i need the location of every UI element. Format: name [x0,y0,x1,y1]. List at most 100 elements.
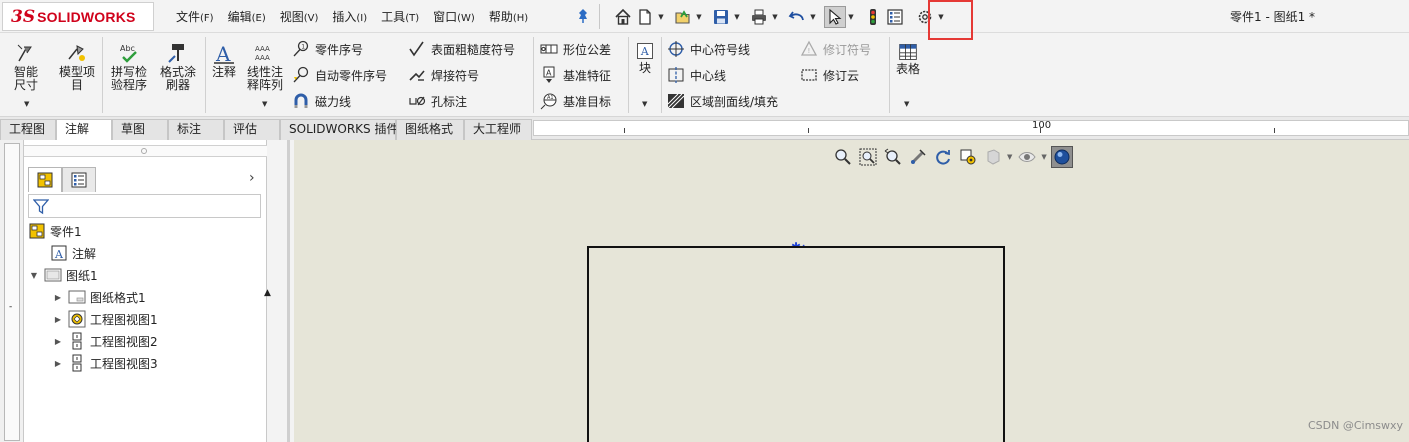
revision-symbol-button[interactable]: ! 修订符号 [800,38,871,60]
note-pattern-dropdown-icon[interactable]: ▼ [262,100,267,108]
menu-help[interactable]: 帮助(H) [489,8,528,25]
feature-tree-filter[interactable] [28,194,261,218]
scene-sphere-icon[interactable] [1050,146,1073,168]
tree-item-drawing-view-2[interactable]: ▶ 工程图视图2 [52,331,158,351]
expand-arrow-icon[interactable]: ▶ [52,337,64,346]
menu-insert[interactable]: 插入(I) [332,8,367,25]
datum-target-button[interactable]: A1 基准目标 [540,90,611,112]
undo-icon[interactable] [786,6,808,28]
expand-arrow-icon[interactable]: ▶ [52,359,64,368]
select-icon[interactable] [824,5,846,28]
chevron-right-icon[interactable]: › [249,170,255,186]
tree-item-sheet[interactable]: ▼ 图纸1 [28,265,98,285]
tree-item-sheet-format[interactable]: ▶ 图纸格式1 [52,287,146,307]
zoom-to-area-icon[interactable] [857,146,879,168]
graphics-area[interactable]: ▼ ▼ ✱← [294,140,1409,442]
auto-balloon-button[interactable]: 自动零件序号 [292,64,387,86]
pan-icon[interactable] [907,146,929,168]
tree-item-part[interactable]: 零件1 [28,221,82,241]
center-mark-button[interactable]: 中心符号线 [667,38,750,60]
panel-splitter[interactable] [24,145,267,157]
home-icon[interactable] [612,6,634,28]
rebuild-icon[interactable] [862,6,884,28]
geometric-tolerance-button[interactable]: 形位公差 [540,38,611,60]
menu-edit[interactable]: 编辑(E) [228,8,266,25]
balloon-button[interactable]: 1 零件序号 [292,38,363,60]
pin-icon[interactable] [576,8,590,24]
tab-markup[interactable]: 标注 [168,119,224,140]
print-dropdown-icon[interactable]: ▼ [770,6,780,28]
magnetic-line-button[interactable]: 磁力线 [292,90,351,112]
print-icon[interactable] [748,6,770,28]
options-highlight-box [928,0,973,40]
drawing-sheet[interactable] [587,246,1005,442]
centerline-button[interactable]: 中心线 [667,64,726,86]
open-dropdown-icon[interactable]: ▼ [694,6,704,28]
panel-sash[interactable]: ▲ [264,140,294,442]
file-properties-icon[interactable] [884,6,906,28]
new-document-icon[interactable] [634,6,656,28]
solidworks-logo[interactable]: 3S SOLIDWORKS [2,2,154,31]
tables-dropdown-icon[interactable]: ▼ [904,100,909,108]
expand-arrow-icon[interactable]: ▶ [52,293,64,302]
feature-tree-icon [37,172,53,188]
property-manager-tab[interactable] [62,167,96,192]
select-dropdown-icon[interactable]: ▼ [846,6,856,28]
model-items-button[interactable]: 模型项目 [56,41,98,92]
datum-feature-button[interactable]: A 基准特征 [540,64,611,86]
tab-annotation[interactable]: 注解 [56,119,112,141]
rotate-icon[interactable] [932,146,954,168]
new-dropdown-icon[interactable]: ▼ [656,6,666,28]
collapsed-pane[interactable] [4,143,20,441]
note-icon: A [214,42,234,65]
menu-tools[interactable]: 工具(T) [381,8,419,25]
tree-item-drawing-view-3[interactable]: ▶ 工程图视图3 [52,353,158,373]
strip-grip[interactable]: - [9,302,12,312]
tree-item-label: 注解 [72,246,97,261]
menu-window[interactable]: 窗口(W) [433,8,475,25]
filter-icon [33,199,49,215]
save-icon[interactable] [710,6,732,28]
tables-button[interactable]: 表格 [893,42,923,76]
undo-dropdown-icon[interactable]: ▼ [808,6,818,28]
note-button[interactable]: A 注释 [209,41,239,79]
menu-view[interactable]: 视图(V) [280,8,319,25]
collapse-arrow-icon[interactable]: ▼ [28,271,40,280]
area-hatch-button[interactable]: 区域剖面线/填充 [667,90,778,112]
smart-dimension-button[interactable]: 智能尺寸 [6,41,46,92]
hide-show-items-icon[interactable] [1016,146,1038,168]
zoom-to-fit-icon[interactable] [832,146,854,168]
blocks-dropdown-icon[interactable]: ▼ [642,100,647,108]
display-style-dropdown-icon[interactable]: ▼ [1007,153,1012,161]
save-dropdown-icon[interactable]: ▼ [732,6,742,28]
tree-item-annotations[interactable]: A 注解 [50,243,96,263]
tab-sheet-format[interactable]: 图纸格式 [396,119,464,140]
feature-manager-tab[interactable] [28,167,62,192]
zoom-in-out-icon[interactable] [882,146,904,168]
tree-item-label: 工程图视图2 [90,334,158,349]
surface-finish-button[interactable]: 表面粗糙度符号 [408,38,515,60]
tree-item-drawing-view-1[interactable]: ▶ 工程图视图1 [52,309,158,329]
weld-symbol-button[interactable]: 焊接符号 [408,64,479,86]
display-style-icon[interactable] [982,146,1004,168]
spell-checker-button[interactable]: Abc 拼写检验程序 [107,41,151,92]
view-settings-icon[interactable] [957,146,979,168]
hole-callout-button[interactable]: 孔标注 [408,90,467,112]
open-icon[interactable] [672,6,694,28]
svg-text:AAA: AAA [255,45,270,53]
tree-item-label: 工程图视图1 [90,312,158,327]
menu-file[interactable]: 文件(F) [176,8,214,25]
linear-note-pattern-button[interactable]: AAA AAA 线性注释阵列 [243,41,287,92]
tab-sketch[interactable]: 草图 [112,119,168,140]
blocks-button[interactable]: A 块 [633,41,657,75]
tab-evaluate[interactable]: 评估 [224,119,280,140]
format-painter-button[interactable]: 格式涂刷器 [156,41,200,92]
expand-arrow-icon[interactable]: ▶ [52,315,64,324]
tab-solidworks-addins[interactable]: SOLIDWORKS 插件 [280,119,398,140]
hide-show-dropdown-icon[interactable]: ▼ [1041,153,1046,161]
tab-drawing[interactable]: 工程图 [0,119,56,140]
tab-big-engineer[interactable]: 大工程师 [464,119,532,140]
revision-cloud-button[interactable]: 修订云 [800,64,859,86]
smart-dimension-dropdown-icon[interactable]: ▼ [24,100,29,108]
ribbon-separator [205,37,206,113]
